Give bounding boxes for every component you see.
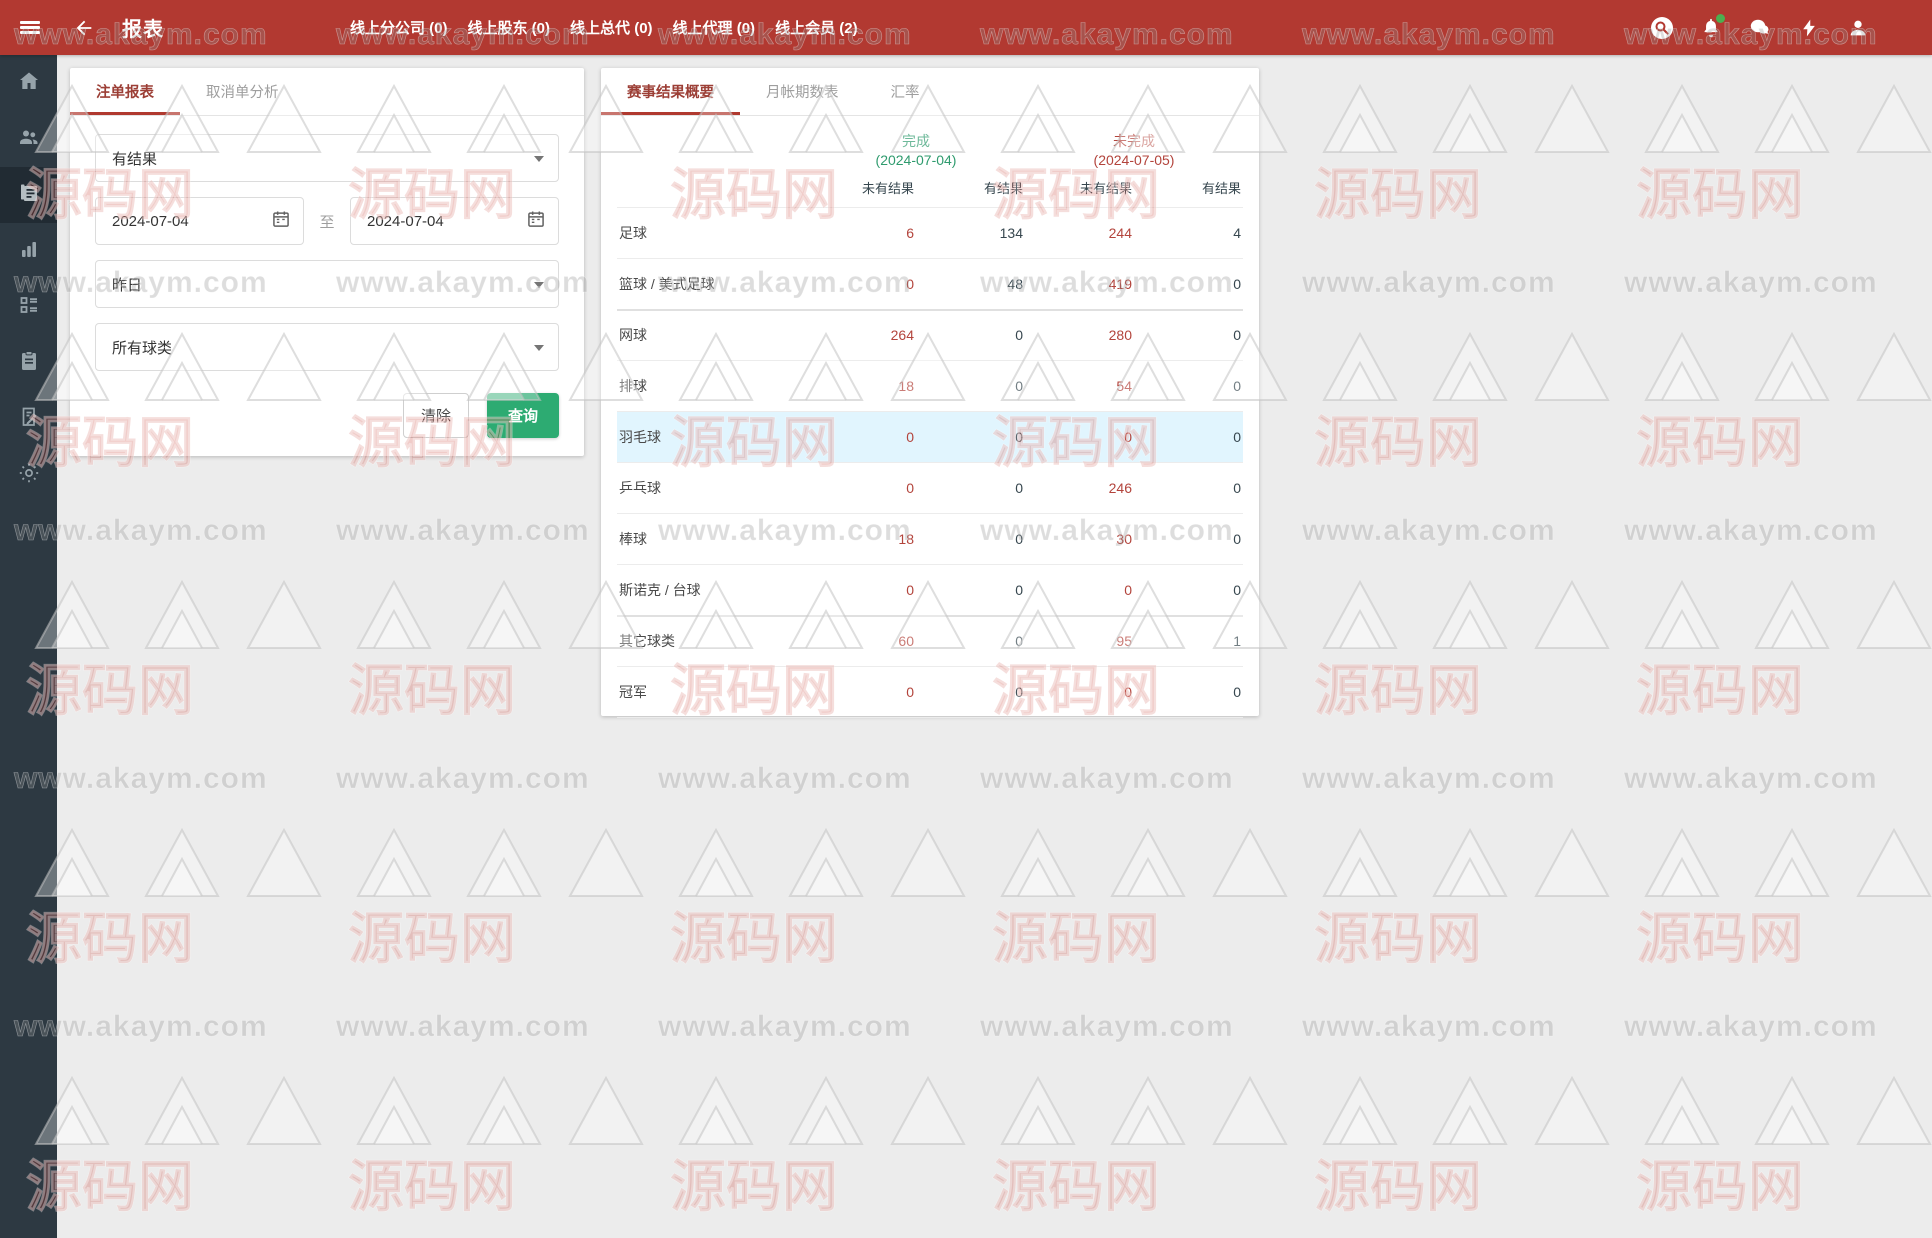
- settings-gear-icon: [17, 461, 41, 490]
- date-from-input[interactable]: 2024-07-04: [95, 197, 304, 245]
- breadcrumb: 线上分公司 (0) 线上股东 (0) 线上总代 (0) 线上代理 (0) 线上会…: [350, 0, 858, 55]
- tab-event-result-summary[interactable]: 赛事结果概要: [601, 68, 740, 115]
- page-title: 报表: [122, 19, 164, 41]
- breadcrumb-item-shareholder[interactable]: 线上股东 (0): [468, 17, 551, 38]
- sidebar-item-settings[interactable]: [0, 447, 57, 503]
- notifications-bell-icon[interactable]: [1699, 13, 1725, 40]
- breadcrumb-item-agent[interactable]: 线上代理 (0): [673, 17, 756, 38]
- uncompleted-group-header: 未完成 (2024-07-05): [1093, 133, 1175, 168]
- column-header: 未有结果: [1079, 181, 1132, 196]
- report-tabs: 赛事结果概要 月帐期数表 汇率: [601, 68, 1259, 116]
- messages-icon[interactable]: [1748, 16, 1772, 40]
- sidebar-item-home[interactable]: [0, 55, 57, 111]
- table-row[interactable]: 棒球 18 0 30 0: [617, 513, 1243, 565]
- sidebar-item-audit[interactable]: [0, 391, 57, 447]
- sidebar-item-management[interactable]: [0, 279, 57, 335]
- chevron-down-icon: [534, 282, 544, 288]
- account-icon[interactable]: [1846, 16, 1870, 40]
- sidebar-item-members[interactable]: [0, 111, 57, 167]
- breadcrumb-item-member[interactable]: 线上会员 (2): [775, 17, 858, 38]
- filter-tabs: 注单报表 取消单分析: [70, 68, 584, 116]
- statistics-icon: [17, 237, 41, 266]
- sidebar-item-statistics[interactable]: [0, 223, 57, 279]
- table-row[interactable]: 排球 18 0 54 0: [617, 360, 1243, 412]
- result-status-select[interactable]: 有结果: [95, 134, 559, 182]
- date-to-input[interactable]: 2024-07-04: [350, 197, 559, 245]
- table-row[interactable]: 网球 264 0 280 0: [617, 309, 1243, 361]
- sub-header-row: 未有结果 有结果 未有结果 有结果: [617, 170, 1243, 208]
- event-results-table: 完成 (2024-07-04) 未完成 (2024-07-05) 未有结果 有结…: [617, 122, 1243, 718]
- date-to-label: 至: [319, 213, 335, 231]
- calendar-icon[interactable]: [271, 209, 291, 233]
- back-arrow-icon[interactable]: [64, 8, 104, 48]
- table-row[interactable]: 足球 6 134 244 4: [617, 207, 1243, 259]
- sidebar-item-records[interactable]: [0, 335, 57, 391]
- search-button[interactable]: 查询: [486, 393, 559, 438]
- hamburger-menu-icon[interactable]: [10, 8, 50, 48]
- records-icon: [17, 349, 41, 378]
- table-row[interactable]: 斯诺克 / 台球 0 0 0 0: [617, 564, 1243, 616]
- top-app-bar: 报表 线上分公司 (0) 线上股东 (0) 线上总代 (0) 线上代理 (0) …: [0, 0, 1932, 55]
- sidebar-nav: [0, 55, 57, 1238]
- quick-period-value: 昨日: [112, 276, 143, 294]
- table-row[interactable]: 羽毛球 0 0 0 0: [617, 411, 1243, 463]
- quick-actions-bolt-icon[interactable]: [1797, 16, 1821, 40]
- filter-panel: 注单报表 取消单分析 有结果 2024-07-04 至 2024-07-04 昨…: [70, 68, 584, 456]
- column-header: 有结果: [1201, 181, 1241, 196]
- clear-button[interactable]: 清除: [402, 393, 469, 438]
- chevron-down-icon: [534, 345, 544, 351]
- date-range-row: 2024-07-04 至 2024-07-04: [95, 197, 559, 245]
- quick-period-select[interactable]: 昨日: [95, 260, 559, 308]
- report-panel: 赛事结果概要 月帐期数表 汇率 完成 (2024-07-04) 未完成 (202…: [601, 68, 1259, 718]
- tab-bet-report[interactable]: 注单报表: [70, 68, 180, 115]
- reports-icon: [17, 181, 41, 210]
- date-to-value: 2024-07-04: [367, 212, 444, 230]
- chevron-down-icon: [534, 156, 544, 162]
- home-icon: [17, 69, 41, 98]
- tab-monthly-statement[interactable]: 月帐期数表: [740, 68, 865, 115]
- sport-filter-value: 所有球类: [112, 339, 173, 357]
- topbar-actions: [1650, 13, 1932, 40]
- filter-buttons: 清除 查询: [95, 393, 559, 438]
- notification-dot: [1716, 13, 1725, 23]
- date-from-value: 2024-07-04: [112, 212, 189, 230]
- table-row[interactable]: 其它球类 60 0 95 1: [617, 615, 1243, 667]
- column-group-row: 完成 (2024-07-04) 未完成 (2024-07-05): [617, 122, 1243, 170]
- breadcrumb-item-master-agent[interactable]: 线上总代 (0): [570, 17, 653, 38]
- calendar-icon[interactable]: [526, 209, 546, 233]
- members-icon: [17, 125, 41, 154]
- column-header: 未有结果: [861, 181, 914, 196]
- tab-cancel-analysis[interactable]: 取消单分析: [180, 68, 305, 115]
- result-status-value: 有结果: [112, 150, 158, 168]
- table-row[interactable]: 乒乓球 0 0 246 0: [617, 462, 1243, 514]
- sidebar-item-reports[interactable]: [0, 167, 57, 223]
- audit-icon: [17, 405, 41, 434]
- table-row[interactable]: 冠军 0 0 0 0: [617, 666, 1243, 718]
- tab-exchange-rate[interactable]: 汇率: [865, 68, 946, 115]
- breadcrumb-item-branch[interactable]: 线上分公司 (0): [350, 17, 448, 38]
- management-icon: [17, 293, 41, 322]
- table-row[interactable]: 篮球 / 美式足球 0 48 419 0: [617, 258, 1243, 310]
- sport-filter-select[interactable]: 所有球类: [95, 323, 559, 371]
- search-icon[interactable]: [1650, 16, 1674, 40]
- completed-group-header: 完成 (2024-07-04): [875, 133, 957, 168]
- column-header: 有结果: [983, 181, 1023, 196]
